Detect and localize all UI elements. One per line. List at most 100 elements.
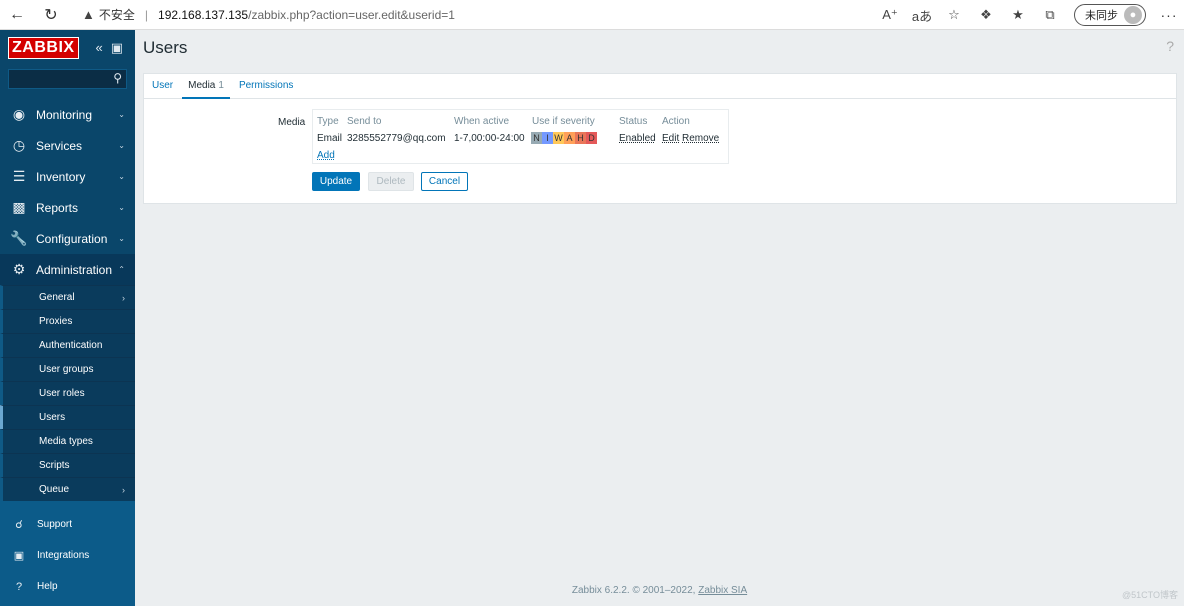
submenu-item-users[interactable]: Users	[0, 405, 135, 429]
tab-user[interactable]: User	[146, 74, 179, 99]
menu-item-label: Services	[36, 138, 83, 153]
tab-label: Media	[188, 80, 216, 91]
column-header-status: Status	[619, 116, 648, 127]
status-toggle[interactable]: Enabled	[619, 133, 656, 144]
update-button[interactable]: Update	[312, 172, 360, 191]
help-icon[interactable]: ?	[1166, 38, 1174, 54]
more-icon[interactable]: ···	[1154, 7, 1184, 23]
submenu-item-general[interactable]: General ›	[0, 285, 135, 309]
menu-item-label: Help	[37, 581, 58, 592]
watermark: @51CTO博客	[1122, 590, 1178, 600]
menu-item-label: Configuration	[36, 231, 108, 246]
administration-submenu: General › Proxies Authentication User gr…	[0, 285, 135, 501]
zabbix-sia-link[interactable]: Zabbix SIA	[698, 585, 747, 596]
wrench-icon: 🔧	[10, 230, 28, 246]
headset-icon: ☌	[15, 519, 23, 531]
sidebar-bottom-menu: ☌ Support ▣ Integrations ? Help	[0, 501, 135, 606]
extensions-icon[interactable]: ❖	[970, 0, 1002, 30]
menu-item-label: Integrations	[37, 550, 90, 561]
submenu-item-label: Authentication	[39, 340, 103, 351]
url-path: /zabbix.php?action=user.edit&userid=1	[248, 7, 455, 22]
severity-a-badge: A	[564, 132, 575, 144]
collapse-sidebar-icon[interactable]: «	[95, 40, 102, 56]
tab-label: Permissions	[238, 80, 294, 91]
kiosk-mode-icon[interactable]: ▣	[111, 40, 123, 56]
profile-button[interactable]: 未同步 ●	[1074, 4, 1146, 26]
eye-icon: ◉	[12, 106, 26, 122]
back-icon[interactable]: ←	[0, 0, 34, 30]
menu-item-integrations[interactable]: ▣ Integrations	[0, 540, 135, 571]
submenu-item-label: General	[39, 292, 75, 303]
zabbix-logo[interactable]: ZABBIX	[8, 37, 79, 59]
column-header-severity: Use if severity	[532, 116, 595, 127]
submenu-item-user-groups[interactable]: User groups	[0, 357, 135, 381]
submenu-item-label: Media types	[39, 436, 93, 447]
submenu-item-media-types[interactable]: Media types	[0, 429, 135, 453]
page-title: Users	[143, 38, 188, 57]
chevron-down-icon: ⌄	[118, 234, 125, 243]
submenu-item-queue[interactable]: Queue ›	[0, 477, 135, 501]
severity-n-badge: N	[531, 132, 542, 144]
menu-item-administration[interactable]: ⚙ Administration ⌃	[0, 254, 135, 285]
menu-item-label: Administration	[36, 262, 113, 277]
cancel-button[interactable]: Cancel	[421, 172, 468, 191]
menu-item-reports[interactable]: ▩ Reports ⌄	[0, 192, 135, 223]
sidebar: ZABBIX « ▣ ⚲ ◉ Monitoring ⌄ ◷ Services ⌄…	[0, 30, 135, 606]
menu-item-services[interactable]: ◷ Services ⌄	[0, 130, 135, 161]
chevron-down-icon: ⌄	[118, 141, 125, 150]
read-aloud-icon[interactable]: A⁺	[874, 0, 906, 30]
search-icon[interactable]: ⚲	[113, 71, 122, 85]
address-divider: |	[144, 7, 149, 22]
tab-media[interactable]: Media 1	[182, 74, 230, 99]
column-header-type: Type	[317, 116, 339, 127]
reload-icon[interactable]: ↻	[34, 0, 68, 30]
column-header-action: Action	[662, 116, 690, 127]
chevron-up-icon: ⌃	[118, 265, 125, 274]
main-menu: ◉ Monitoring ⌄ ◷ Services ⌄ ☰ Inventory …	[0, 99, 135, 501]
menu-item-label: Support	[37, 519, 73, 530]
address-bar[interactable]: ▲ 不安全 | 192.168.137.135/zabbix.php?actio…	[82, 0, 455, 30]
menu-item-monitoring[interactable]: ◉ Monitoring ⌄	[0, 99, 135, 130]
tab-permissions[interactable]: Permissions	[233, 74, 299, 99]
browser-tools: A⁺ aあ ☆ ❖ ★ ⧉ 未同步 ● ···	[874, 0, 1184, 30]
delete-button: Delete	[368, 172, 414, 191]
translate-icon[interactable]: aあ	[906, 0, 938, 30]
menu-item-support[interactable]: ☌ Support	[0, 509, 135, 540]
favorites-icon[interactable]: ★	[1002, 0, 1034, 30]
severity-d-badge: D	[586, 132, 597, 144]
submenu-item-scripts[interactable]: Scripts	[0, 453, 135, 477]
favorite-star-icon[interactable]: ☆	[938, 0, 970, 30]
submenu-item-label: User roles	[39, 388, 85, 399]
browser-toolbar: ← ↻ ▲ 不安全 | 192.168.137.135/zabbix.php?a…	[0, 0, 1184, 30]
menu-item-configuration[interactable]: 🔧 Configuration ⌄	[0, 223, 135, 254]
page-header: Users	[135, 30, 1184, 66]
chevron-down-icon: ⌄	[118, 203, 125, 212]
column-header-when-active: When active	[454, 116, 510, 127]
chevron-down-icon: ⌄	[118, 172, 125, 181]
submenu-item-label: Scripts	[39, 460, 70, 471]
when-active-cell: 1-7,00:00-24:00	[454, 133, 525, 144]
submenu-item-label: Proxies	[39, 316, 73, 327]
search-input[interactable]: ⚲	[8, 69, 127, 89]
submenu-item-user-roles[interactable]: User roles	[0, 381, 135, 405]
help-icon: ?	[15, 580, 23, 593]
edit-media-link[interactable]: Edit	[662, 133, 679, 144]
bar-chart-icon: ▩	[12, 199, 26, 215]
add-media-link[interactable]: Add	[317, 150, 335, 161]
menu-item-label: Monitoring	[36, 107, 93, 122]
collections-icon[interactable]: ⧉	[1034, 0, 1066, 30]
submenu-item-label: Queue	[39, 484, 70, 495]
chevron-right-icon: ›	[122, 484, 125, 495]
clock-icon: ◷	[12, 137, 26, 153]
warning-icon: ▲	[82, 7, 95, 22]
menu-item-help[interactable]: ? Help	[0, 571, 135, 602]
submenu-item-authentication[interactable]: Authentication	[0, 333, 135, 357]
integrations-icon: ▣	[13, 550, 25, 562]
remove-media-link[interactable]: Remove	[682, 133, 719, 144]
chevron-right-icon: ›	[122, 292, 125, 303]
send-to-cell: 3285552779@qq.com	[347, 133, 446, 144]
submenu-item-proxies[interactable]: Proxies	[0, 309, 135, 333]
menu-item-inventory[interactable]: ☰ Inventory ⌄	[0, 161, 135, 192]
sidebar-header: ZABBIX « ▣	[0, 30, 135, 66]
copyright-text: Zabbix 6.2.2. © 2001–2022,	[571, 585, 696, 596]
